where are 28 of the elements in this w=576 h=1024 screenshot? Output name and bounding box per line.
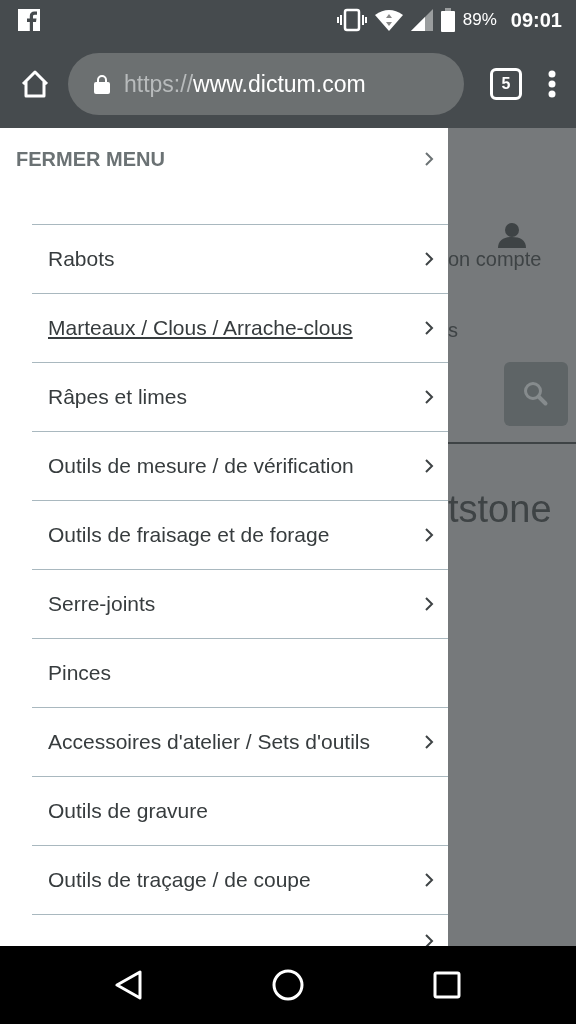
battery-icon [440,8,455,32]
search-icon [523,381,549,407]
chevron-right-icon [424,389,434,405]
chevron-right-icon [424,933,434,946]
battery-percentage: 89% [462,10,497,30]
page-heading-fragment: tstone [448,488,553,531]
url-text: https://www.dictum.com [124,70,366,98]
nav-text-fragment: s [448,319,459,342]
chevron-right-icon [424,251,434,267]
chevron-right-icon [424,458,434,474]
lock-icon [94,74,110,94]
back-icon[interactable] [114,970,143,1000]
recents-icon[interactable] [433,971,462,999]
chevron-right-icon [424,596,434,612]
address-bar[interactable]: https://www.dictum.com [68,53,464,115]
vibrate-icon [336,8,367,32]
chevron-right-icon [424,320,434,336]
chevron-right-icon [424,151,434,167]
home-circle-icon[interactable] [272,969,304,1001]
facebook-icon [18,9,40,31]
chevron-right-icon [424,734,434,750]
wifi-icon [374,9,403,31]
clock-time: 09:01 [510,8,562,32]
tab-count-button[interactable]: 5 [490,68,522,100]
chevron-right-icon [424,872,434,888]
chevron-right-icon [424,527,434,543]
signal-icon [410,9,433,31]
home-icon[interactable] [20,70,50,98]
